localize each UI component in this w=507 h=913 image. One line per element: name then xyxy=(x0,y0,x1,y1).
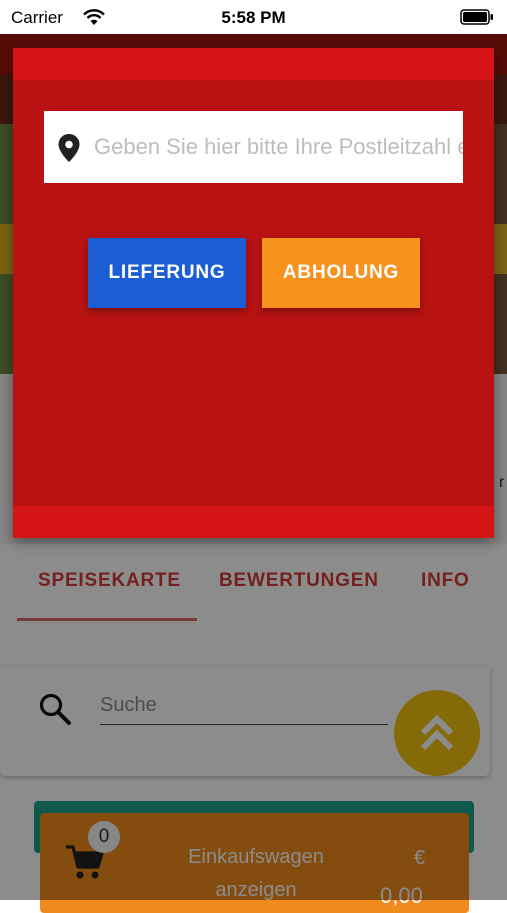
order-type-modal: LIEFERUNG ABHOLUNG xyxy=(13,48,494,538)
status-bar: Carrier 5:58 PM xyxy=(0,0,507,34)
modal-top-band xyxy=(13,48,494,80)
pickup-button[interactable]: ABHOLUNG xyxy=(262,238,420,308)
modal-bottom-band xyxy=(13,506,494,538)
battery-icon xyxy=(460,9,493,25)
status-time: 5:58 PM xyxy=(221,8,286,27)
delivery-button[interactable]: LIEFERUNG xyxy=(88,238,246,308)
postal-code-field[interactable] xyxy=(44,111,463,183)
postal-code-input[interactable] xyxy=(94,111,463,183)
map-pin-icon xyxy=(58,134,80,162)
